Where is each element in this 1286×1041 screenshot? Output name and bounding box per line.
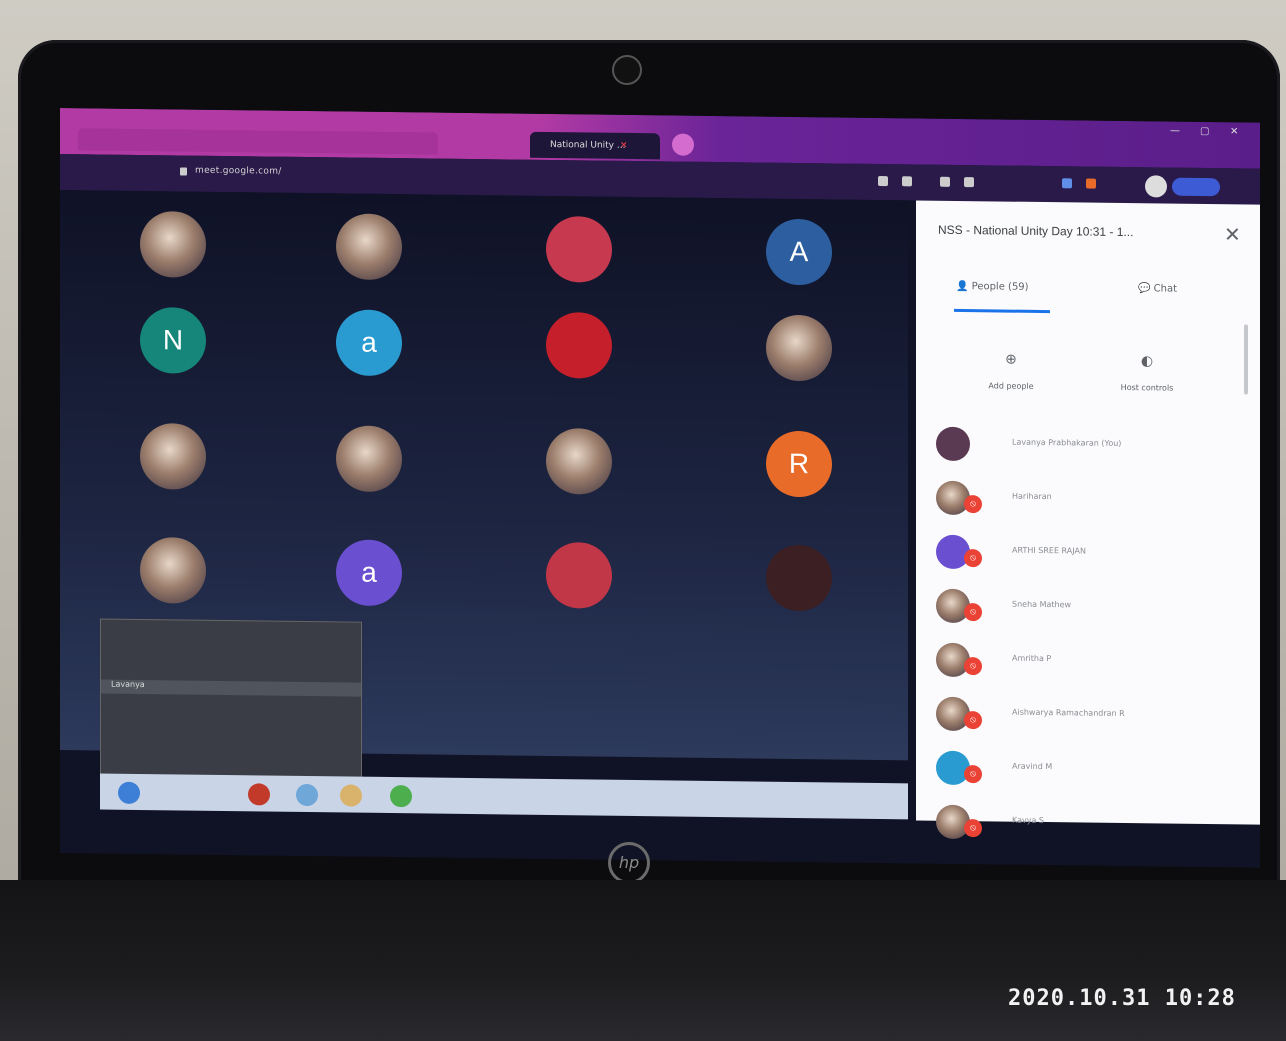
panel-scrollbar[interactable] xyxy=(1244,324,1248,395)
self-view: Lavanya xyxy=(100,618,362,784)
add-people-button[interactable]: ⊕ Add people xyxy=(956,351,1066,391)
extension-icon[interactable] xyxy=(964,177,974,188)
participant-row[interactable]: ⦸ Sneha Mathew xyxy=(936,588,1236,637)
participant-name: Lavanya Prabhakaran (You) xyxy=(1012,437,1122,448)
tab-chat-label: Chat xyxy=(1153,283,1178,295)
participant-initial-avatar[interactable]: a xyxy=(336,539,402,607)
flower-avatar[interactable] xyxy=(546,215,612,283)
url-field[interactable]: meet.google.com/ xyxy=(195,166,282,177)
participant-name: Amritha P xyxy=(1012,653,1052,664)
photo-avatar[interactable] xyxy=(336,213,402,281)
tab-people-label: People (59) xyxy=(971,281,1029,293)
mic-off-icon: ⦸ xyxy=(964,495,982,514)
star-icon[interactable] xyxy=(902,176,912,187)
camera-icon[interactable] xyxy=(878,175,888,187)
mic-off-icon: ⦸ xyxy=(964,711,982,730)
photo-avatar[interactable] xyxy=(546,427,612,495)
participant-row[interactable]: ⦸ Hariharan xyxy=(936,480,1236,529)
rose-avatar[interactable] xyxy=(546,311,612,379)
chrome-icon[interactable] xyxy=(390,785,412,808)
photo-avatar[interactable] xyxy=(140,536,206,604)
photo-avatar[interactable] xyxy=(766,544,832,612)
photo-avatar[interactable] xyxy=(336,425,402,493)
extension-icon[interactable] xyxy=(940,176,950,187)
add-person-icon: ⊕ xyxy=(1005,351,1017,368)
host-controls-label: Host controls xyxy=(1120,382,1174,393)
mic-off-icon: ⦸ xyxy=(964,603,982,622)
taskbar xyxy=(100,773,908,820)
self-view-name: Lavanya xyxy=(111,679,145,690)
flower-avatar[interactable] xyxy=(546,541,612,609)
participant-row[interactable]: ⦸ ARTHI SREE RAJAN xyxy=(936,534,1236,583)
avatar-initial: N xyxy=(162,324,184,356)
host-controls-button[interactable]: ◐ Host controls xyxy=(1092,353,1202,393)
avatar-initial: a xyxy=(361,326,377,358)
profile-button[interactable] xyxy=(1172,177,1220,197)
avatar xyxy=(936,426,970,462)
participant-row[interactable]: ⦸ Aishwarya Ramachandran R xyxy=(936,696,1236,745)
tab-people[interactable]: 👤 People (59) xyxy=(956,281,1029,293)
photo-avatar[interactable] xyxy=(140,422,206,490)
minimize-icon[interactable]: — xyxy=(1170,126,1180,137)
add-people-label: Add people xyxy=(988,381,1034,391)
lock-icon xyxy=(180,167,187,176)
photo-avatar[interactable] xyxy=(140,210,206,278)
toggle-icon: ◐ xyxy=(1140,353,1154,370)
participant-row[interactable]: ⦸ Aravind M xyxy=(936,750,1236,799)
maximize-icon[interactable]: ▢ xyxy=(1200,126,1209,137)
mic-off-icon: ⦸ xyxy=(964,819,982,838)
participant-name: Hariharan xyxy=(1012,491,1052,502)
participant-row[interactable]: ⦸ Amritha P xyxy=(936,642,1236,691)
keyboard-deck xyxy=(0,880,1286,1041)
mic-off-icon: ⦸ xyxy=(964,549,982,568)
app-icon[interactable] xyxy=(296,783,318,807)
browser-tab-active[interactable]: National Unity ... xyxy=(530,131,660,160)
participant-row[interactable]: Lavanya Prabhakaran (You) xyxy=(936,426,1236,475)
mic-off-icon: ⦸ xyxy=(964,657,982,676)
window-close-icon[interactable]: ✕ xyxy=(1230,126,1238,137)
tab-chat[interactable]: 💬 Chat xyxy=(1138,283,1177,294)
new-tab-button[interactable] xyxy=(672,133,694,156)
tab-title: National Unity ... xyxy=(550,139,626,151)
participant-initial-avatar[interactable]: R xyxy=(766,430,832,498)
participant-initial-avatar[interactable]: a xyxy=(336,309,402,377)
start-icon[interactable] xyxy=(118,781,140,804)
laptop-screen: National Unity ... ✕ — ▢ ✕ meet.google.c… xyxy=(60,108,1260,868)
active-tab-indicator xyxy=(954,308,1050,314)
webcam-icon xyxy=(612,55,642,85)
participant-name: Aravind M xyxy=(1012,761,1053,772)
participant-name: Kavya S xyxy=(1012,815,1044,826)
app-icon[interactable] xyxy=(248,783,270,806)
extension-icon[interactable] xyxy=(1062,178,1072,189)
close-icon[interactable]: ✕ xyxy=(1224,222,1241,246)
profile-avatar[interactable] xyxy=(1145,175,1167,198)
people-panel: NSS - National Unity Day 10:31 - 1... ✕ … xyxy=(916,200,1260,840)
avatar-initial: A xyxy=(789,235,809,268)
avatar-initial: a xyxy=(361,556,377,588)
participant-name: ARTHI SREE RAJAN xyxy=(1012,545,1086,556)
hp-logo: hp xyxy=(608,842,650,884)
extension-icon[interactable] xyxy=(1086,178,1096,189)
browser-tab[interactable] xyxy=(78,128,438,155)
participant-initial-avatar[interactable]: A xyxy=(766,218,832,286)
meeting-title: NSS - National Unity Day 10:31 - 1... xyxy=(938,222,1134,240)
participant-row[interactable]: ⦸ Kavya S xyxy=(936,804,1236,853)
photo-avatar[interactable] xyxy=(766,314,832,382)
tab-close-icon[interactable]: ✕ xyxy=(620,141,630,151)
participant-initial-avatar[interactable]: N xyxy=(140,306,206,374)
mic-off-icon: ⦸ xyxy=(964,765,982,784)
photo-timestamp: 2020.10.31 10:28 xyxy=(1008,986,1236,1011)
app-icon[interactable] xyxy=(340,784,362,807)
participant-name: Sneha Mathew xyxy=(1012,599,1072,610)
avatar-initial: R xyxy=(788,447,810,480)
participant-name: Aishwarya Ramachandran R xyxy=(1012,707,1125,719)
